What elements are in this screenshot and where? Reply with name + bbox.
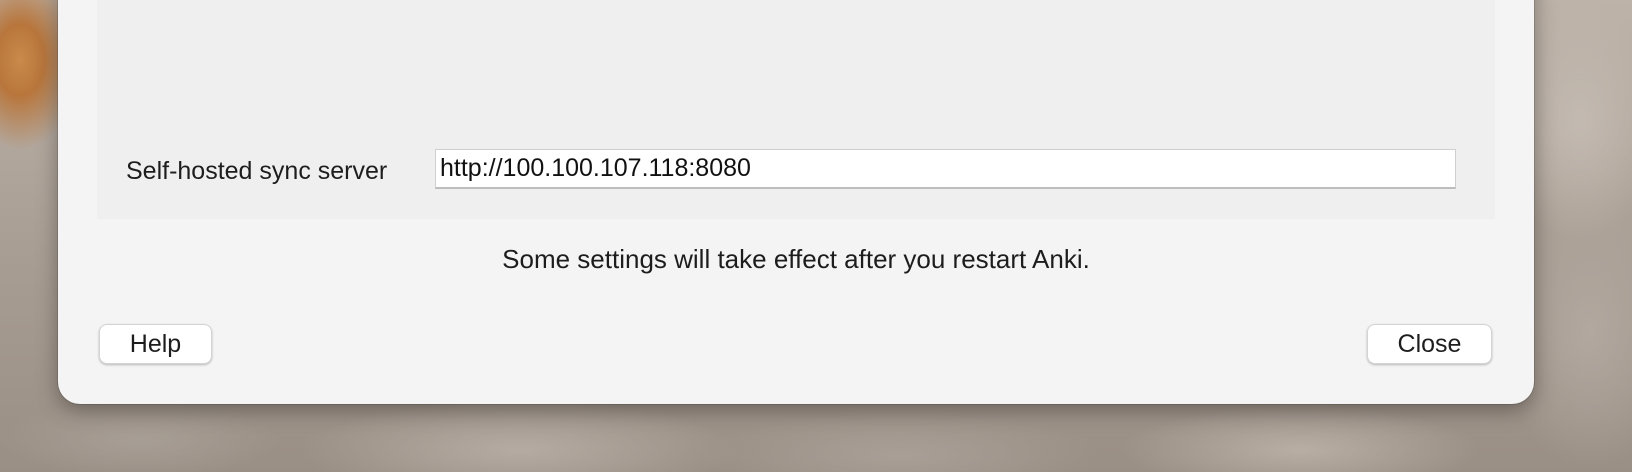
restart-notice: Some settings will take effect after you… xyxy=(502,244,1090,274)
help-button[interactable]: Help xyxy=(99,324,212,364)
sync-server-label: Self-hosted sync server xyxy=(126,157,388,185)
close-button[interactable]: Close xyxy=(1367,324,1492,364)
sync-server-row: Self-hosted sync server xyxy=(126,149,1466,189)
sync-server-input[interactable] xyxy=(435,149,1456,189)
sync-settings-panel: Self-hosted sync server xyxy=(97,0,1495,219)
preferences-dialog: Self-hosted sync server Some settings wi… xyxy=(58,0,1534,404)
